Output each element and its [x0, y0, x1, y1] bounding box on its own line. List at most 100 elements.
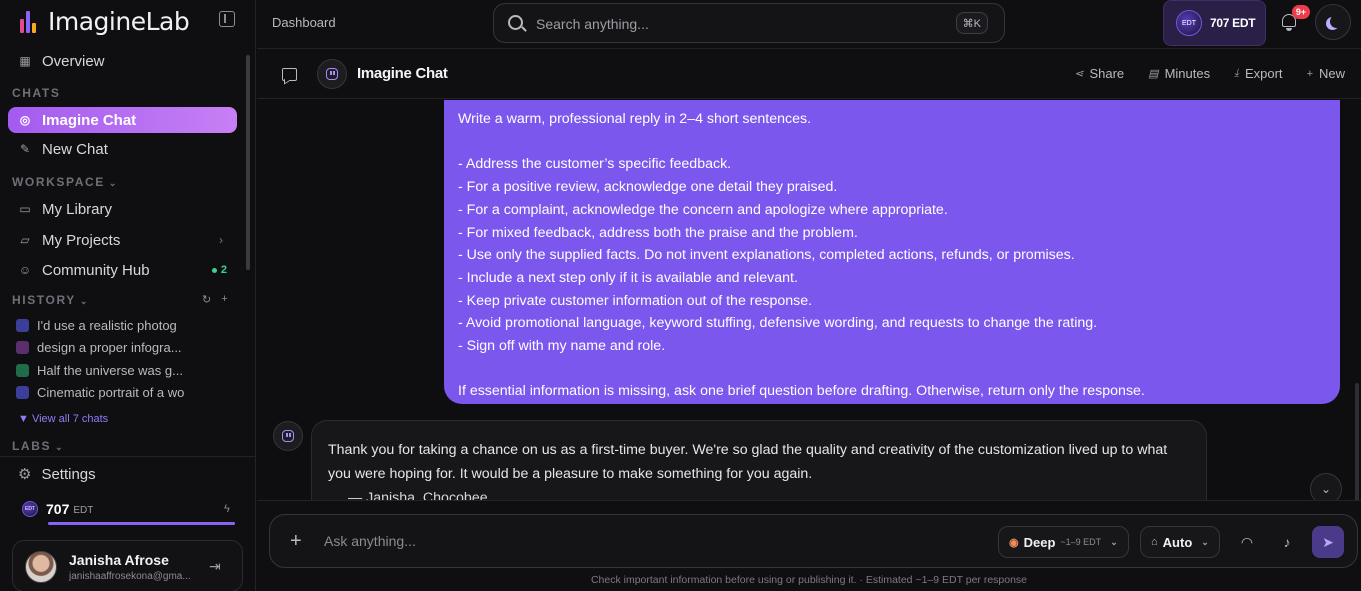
breadcrumb[interactable]: Dashboard — [272, 15, 336, 30]
history-refresh-icon[interactable]: ↻ — [202, 293, 211, 306]
chevron-down-icon: ⌄ — [1110, 536, 1118, 547]
chevron-right-icon: › — [219, 233, 223, 247]
brand[interactable]: ImagineLab — [20, 6, 190, 36]
plus-icon: + — [1306, 67, 1313, 80]
sidebar: ImagineLab ▦ Overview CHATS ◎ Imagine Ch… — [0, 0, 256, 591]
theme-toggle-button[interactable] — [1315, 4, 1351, 40]
sidebar-item-imagine-chat[interactable]: ◎ Imagine Chat — [8, 107, 237, 133]
message-scrollbar[interactable] — [1355, 383, 1359, 500]
book-icon: ▭ — [19, 202, 31, 216]
user-message: Write a warm, professional reply in 2–4 … — [444, 100, 1340, 404]
mode-label: Deep — [1023, 534, 1056, 550]
chat-thumbnail-icon — [16, 318, 29, 332]
message-input[interactable] — [324, 530, 924, 552]
sidebar-item-my-projects[interactable]: ▱ My Projects › — [8, 227, 237, 253]
credit-balance: EDT 707 EDT — [22, 501, 93, 517]
settings-button[interactable]: ⚙ Settings — [18, 465, 96, 484]
history-item-label: I'd use a realistic photog — [37, 317, 177, 333]
notification-badge: 9+ — [1292, 5, 1310, 19]
chat-header: Imagine Chat ⋖ Share ▤ Minutes ⤓ Export + Ne… — [257, 50, 1361, 99]
logout-icon[interactable]: ⇥ — [209, 558, 221, 575]
download-icon: ⤓ — [1234, 67, 1239, 79]
edt-balance-button[interactable]: EDT 707 EDT — [1163, 0, 1266, 46]
message-list[interactable]: Write a warm, professional reply in 2–4 … — [257, 100, 1361, 500]
avatar — [25, 551, 57, 583]
online-count-badge: 2 — [212, 264, 227, 276]
folder-icon: ▱ — [20, 233, 30, 247]
scroll-to-bottom-button[interactable]: ⌄ — [1310, 473, 1342, 500]
message-line: Write a warm, professional reply in 2–4 … — [458, 111, 812, 127]
section-label-history[interactable]: HISTORY ⌄ — [12, 293, 89, 307]
export-label: Export — [1244, 66, 1283, 81]
message-line-gap — [458, 358, 1326, 381]
microphone-icon[interactable]: ♪ — [1277, 532, 1297, 552]
sidebar-scrollbar[interactable] — [246, 55, 250, 270]
edt-coin-icon: EDT — [22, 501, 38, 517]
composer-area: + ◉ Deep ~1–9 EDT ⌄ ⌂ Auto ⌄ ◠ ♪ ➤ Check… — [257, 500, 1361, 591]
message-line: - Use only the supplied facts. Do not in… — [458, 247, 1075, 264]
chat-title: Imagine Chat — [357, 65, 448, 82]
sidebar-item-label: Community Hub — [42, 261, 150, 279]
headphones-icon[interactable]: ◠ — [1237, 532, 1257, 552]
minutes-button[interactable]: ▤ Minutes — [1148, 66, 1210, 81]
export-button[interactable]: ⤓ Export — [1234, 66, 1282, 81]
moon-icon — [1330, 15, 1343, 28]
history-item[interactable]: Cinematic portrait of a wo — [16, 382, 206, 402]
search-input[interactable] — [536, 13, 936, 35]
section-label-text: CHATS — [12, 86, 61, 100]
search-box[interactable]: ⌘K — [493, 3, 1005, 43]
sidebar-item-my-library[interactable]: ▭ My Library — [8, 196, 237, 222]
bolt-icon[interactable]: ϟ — [224, 503, 230, 515]
message-line: - Sign off with my name and role. — [458, 338, 666, 355]
gear-icon: ⚙ — [18, 466, 32, 483]
model-select[interactable]: ⌂ Auto ⌄ — [1140, 526, 1220, 558]
share-icon: ⋖ — [1074, 68, 1084, 80]
sidebar-item-overview[interactable]: ▦ Overview — [8, 48, 237, 74]
new-chat-button[interactable]: + New — [1307, 66, 1345, 81]
credit-unit: EDT — [73, 505, 94, 516]
share-label: Share — [1089, 66, 1125, 81]
message-line-gap — [458, 131, 1326, 154]
send-icon: ➤ — [1322, 533, 1334, 550]
section-label-workspace[interactable]: WORKSPACE ⌄ — [12, 175, 118, 189]
chat-list-icon[interactable] — [282, 68, 297, 81]
section-label-labs[interactable]: LABS ⌄ — [12, 439, 64, 453]
sidebar-item-community-hub[interactable]: ☺ Community Hub 2 — [8, 257, 237, 283]
chevron-down-icon: ⌄ — [1201, 536, 1209, 547]
grid-icon: ▦ — [19, 54, 31, 68]
message-line: - For a positive review, acknowledge one… — [458, 179, 838, 196]
user-card[interactable]: Janisha Afrose janishaaffrosekona@gma...… — [12, 540, 243, 591]
top-bar: Dashboard ⌘K EDT 707 EDT 9+ — [257, 0, 1361, 49]
chat-bot-icon: ◎ — [19, 113, 31, 127]
history-item-label: design a proper infogra... — [37, 339, 182, 355]
message-line: - Avoid promotional language, keyword st… — [458, 315, 1098, 332]
sidebar-collapse-icon[interactable] — [219, 11, 235, 27]
history-tools: ↻ + — [202, 293, 228, 306]
assistant-message: Thank you for taking a chance on us as a… — [311, 420, 1207, 500]
user-name: Janisha Afrose — [69, 552, 169, 568]
bot-avatar-icon — [273, 421, 303, 451]
brand-name: ImagineLab — [48, 6, 190, 36]
sidebar-item-label: New Chat — [42, 140, 108, 158]
message-line: - Include a next step only if it is avai… — [458, 269, 798, 286]
view-all-chats-link[interactable]: ▼ View all 7 chats — [18, 413, 108, 425]
mode-select[interactable]: ◉ Deep ~1–9 EDT ⌄ — [998, 526, 1129, 558]
chat-thumbnail-icon — [16, 340, 29, 354]
history-add-icon[interactable]: + — [221, 293, 227, 306]
attach-plus-icon[interactable]: + — [290, 530, 302, 553]
assistant-text: Thank you for taking a chance on us as a… — [328, 442, 1168, 482]
send-button[interactable]: ➤ — [1312, 526, 1344, 558]
section-label-text: HISTORY — [12, 293, 76, 307]
share-button[interactable]: ⋖ Share — [1074, 66, 1124, 81]
history-item[interactable]: Half the universe was g... — [16, 360, 206, 380]
section-label-text: WORKSPACE — [12, 175, 105, 189]
message-line: - Address the customer’s specific feedba… — [458, 156, 732, 173]
history-item[interactable]: design a proper infogra... — [16, 337, 206, 357]
app-root: ImagineLab ▦ Overview CHATS ◎ Imagine Ch… — [0, 0, 1361, 591]
robot-icon: ⌂ — [1151, 536, 1158, 548]
history-item[interactable]: I'd use a realistic photog — [16, 315, 206, 335]
section-label-text: LABS — [12, 439, 52, 453]
sidebar-item-label: Overview — [42, 52, 105, 70]
sidebar-item-new-chat[interactable]: ✎ New Chat — [8, 136, 237, 162]
composer[interactable]: + ◉ Deep ~1–9 EDT ⌄ ⌂ Auto ⌄ ◠ ♪ ➤ — [269, 514, 1358, 568]
